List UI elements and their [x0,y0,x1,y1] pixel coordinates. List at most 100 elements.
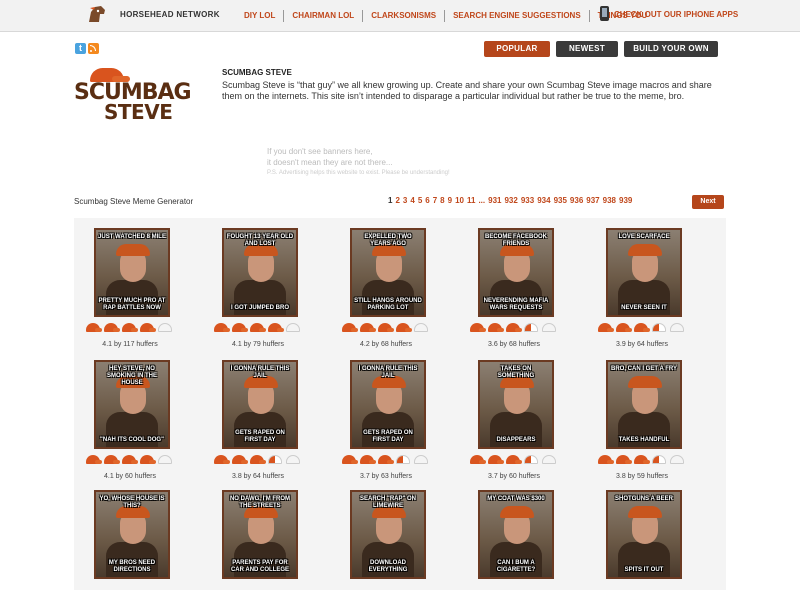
rating-hats[interactable] [86,455,176,467]
nav-search-engine-suggestions[interactable]: SEARCH ENGINE SUGGESTIONS [444,10,589,22]
rating-hats[interactable] [470,455,560,467]
rating-hat-icon[interactable] [616,455,632,464]
rating-hat-icon[interactable] [414,455,428,464]
meme-thumbnail[interactable]: My coat was $300 Can I bum a cigarette? [478,490,554,579]
meme-thumbnail[interactable]: I gonna rule this jail Gets raped on firs… [350,360,426,449]
rating-hat-icon[interactable] [506,455,522,464]
rating-hat-icon[interactable] [542,455,556,464]
rating-hats[interactable] [214,455,304,467]
rating-hat-icon[interactable] [214,455,230,464]
page-link-10[interactable]: 10 [455,196,464,205]
network-name[interactable]: HORSEHEAD NETWORK [120,10,220,19]
rating-hat-icon[interactable] [140,323,156,332]
page-link-1[interactable]: 1 [388,196,392,205]
rating-hat-icon[interactable] [86,455,102,464]
meme-thumbnail[interactable]: Become Facebook friends Neverending mafia… [478,228,554,317]
rating-hat-icon[interactable] [378,455,394,464]
rating-hat-icon[interactable] [524,455,538,464]
rating-hat-icon[interactable] [634,455,650,464]
twitter-icon[interactable]: t [75,43,86,54]
page-link-9[interactable]: 9 [448,196,452,205]
rating-hat-icon[interactable] [250,323,266,332]
meme-thumbnail[interactable]: Shotguns a beer Spits it out [606,490,682,579]
page-link-11[interactable]: 11 [467,196,475,205]
page-link-5[interactable]: 5 [418,196,422,205]
page-link-933[interactable]: 933 [521,196,534,205]
rating-hat-icon[interactable] [652,323,666,332]
rating-hat-icon[interactable] [470,455,486,464]
rating-hat-icon[interactable] [616,323,632,332]
page-link-936[interactable]: 936 [570,196,583,205]
nav-chairman-lol[interactable]: CHAIRMAN LOL [283,10,362,22]
rating-hat-icon[interactable] [286,455,300,464]
meme-thumbnail[interactable]: Bro, can I get a fry Takes handful [606,360,682,449]
rating-hat-icon[interactable] [396,323,412,332]
rating-hats[interactable] [86,323,176,335]
rating-hat-icon[interactable] [598,455,614,464]
rating-hat-icon[interactable] [542,323,556,332]
page-link-7[interactable]: 7 [433,196,437,205]
rating-hat-icon[interactable] [360,323,376,332]
nav-clarksonisms[interactable]: CLARKSONISMS [362,10,444,22]
rating-hat-icon[interactable] [342,323,358,332]
build-your-own-button[interactable]: BUILD YOUR OWN [624,41,718,57]
meme-thumbnail[interactable]: Search "rap" on limewire Download everyth… [350,490,426,579]
rating-hat-icon[interactable] [122,323,138,332]
site-logo[interactable]: SCUMBAG STEVE [74,68,196,122]
rating-hats[interactable] [342,455,432,467]
rating-hat-icon[interactable] [214,323,230,332]
meme-thumbnail[interactable]: Love Scarface Never seen it [606,228,682,317]
meme-thumbnail[interactable]: Takes on something Disappears [478,360,554,449]
meme-thumbnail[interactable]: Yo, whose house is this? My bros need dir… [94,490,170,579]
newest-tab[interactable]: NEWEST [556,41,618,57]
page-link-4[interactable]: 4 [410,196,414,205]
rating-hat-icon[interactable] [652,455,666,464]
rating-hat-icon[interactable] [634,323,650,332]
rating-hats[interactable] [342,323,432,335]
rating-hat-icon[interactable] [360,455,376,464]
rating-hats[interactable] [214,323,304,335]
page-link-937[interactable]: 937 [586,196,599,205]
meme-thumbnail[interactable]: I gonna rule this jail Gets raped on firs… [222,360,298,449]
page-link-938[interactable]: 938 [603,196,616,205]
rating-hat-icon[interactable] [232,455,248,464]
meme-thumbnail[interactable]: Just watched 8 mile Pretty much pro at ra… [94,228,170,317]
rating-hat-icon[interactable] [670,323,684,332]
page-link-935[interactable]: 935 [554,196,567,205]
rating-hat-icon[interactable] [342,455,358,464]
popular-tab[interactable]: POPULAR [484,41,550,57]
page-link-931[interactable]: 931 [488,196,501,205]
meme-thumbnail[interactable]: Expelled two years ago Still hangs around… [350,228,426,317]
rating-hat-icon[interactable] [414,323,428,332]
rating-hat-icon[interactable] [158,323,172,332]
rating-hat-icon[interactable] [488,455,504,464]
rating-hat-icon[interactable] [396,455,410,464]
rating-hat-icon[interactable] [86,323,102,332]
page-link-2[interactable]: 2 [395,196,399,205]
rating-hats[interactable] [470,323,560,335]
meme-thumbnail[interactable]: Hey Steve, no smoking in the house "Nah i… [94,360,170,449]
rating-hats[interactable] [598,323,688,335]
iphone-apps-link[interactable]: CHECK OUT OUR IPHONE APPS [614,10,738,19]
rating-hat-icon[interactable] [122,455,138,464]
rating-hat-icon[interactable] [286,323,300,332]
next-page-button[interactable]: Next [692,195,724,209]
rating-hat-icon[interactable] [232,323,248,332]
meme-thumbnail[interactable]: No dawg, I'm from the streets Parents pay… [222,490,298,579]
horsehead-logo-icon[interactable] [86,4,108,24]
rating-hat-icon[interactable] [488,323,504,332]
page-link-6[interactable]: 6 [425,196,429,205]
rating-hat-icon[interactable] [598,323,614,332]
rating-hat-icon[interactable] [378,323,394,332]
page-link-3[interactable]: 3 [403,196,407,205]
nav-diy-lol[interactable]: DIY LOL [236,10,283,22]
page-link-939[interactable]: 939 [619,196,632,205]
rating-hat-icon[interactable] [670,455,684,464]
rating-hat-icon[interactable] [506,323,522,332]
rating-hat-icon[interactable] [268,455,282,464]
rating-hat-icon[interactable] [158,455,172,464]
page-link-8[interactable]: 8 [440,196,444,205]
rating-hats[interactable] [598,455,688,467]
rating-hat-icon[interactable] [104,455,120,464]
page-link-934[interactable]: 934 [537,196,550,205]
